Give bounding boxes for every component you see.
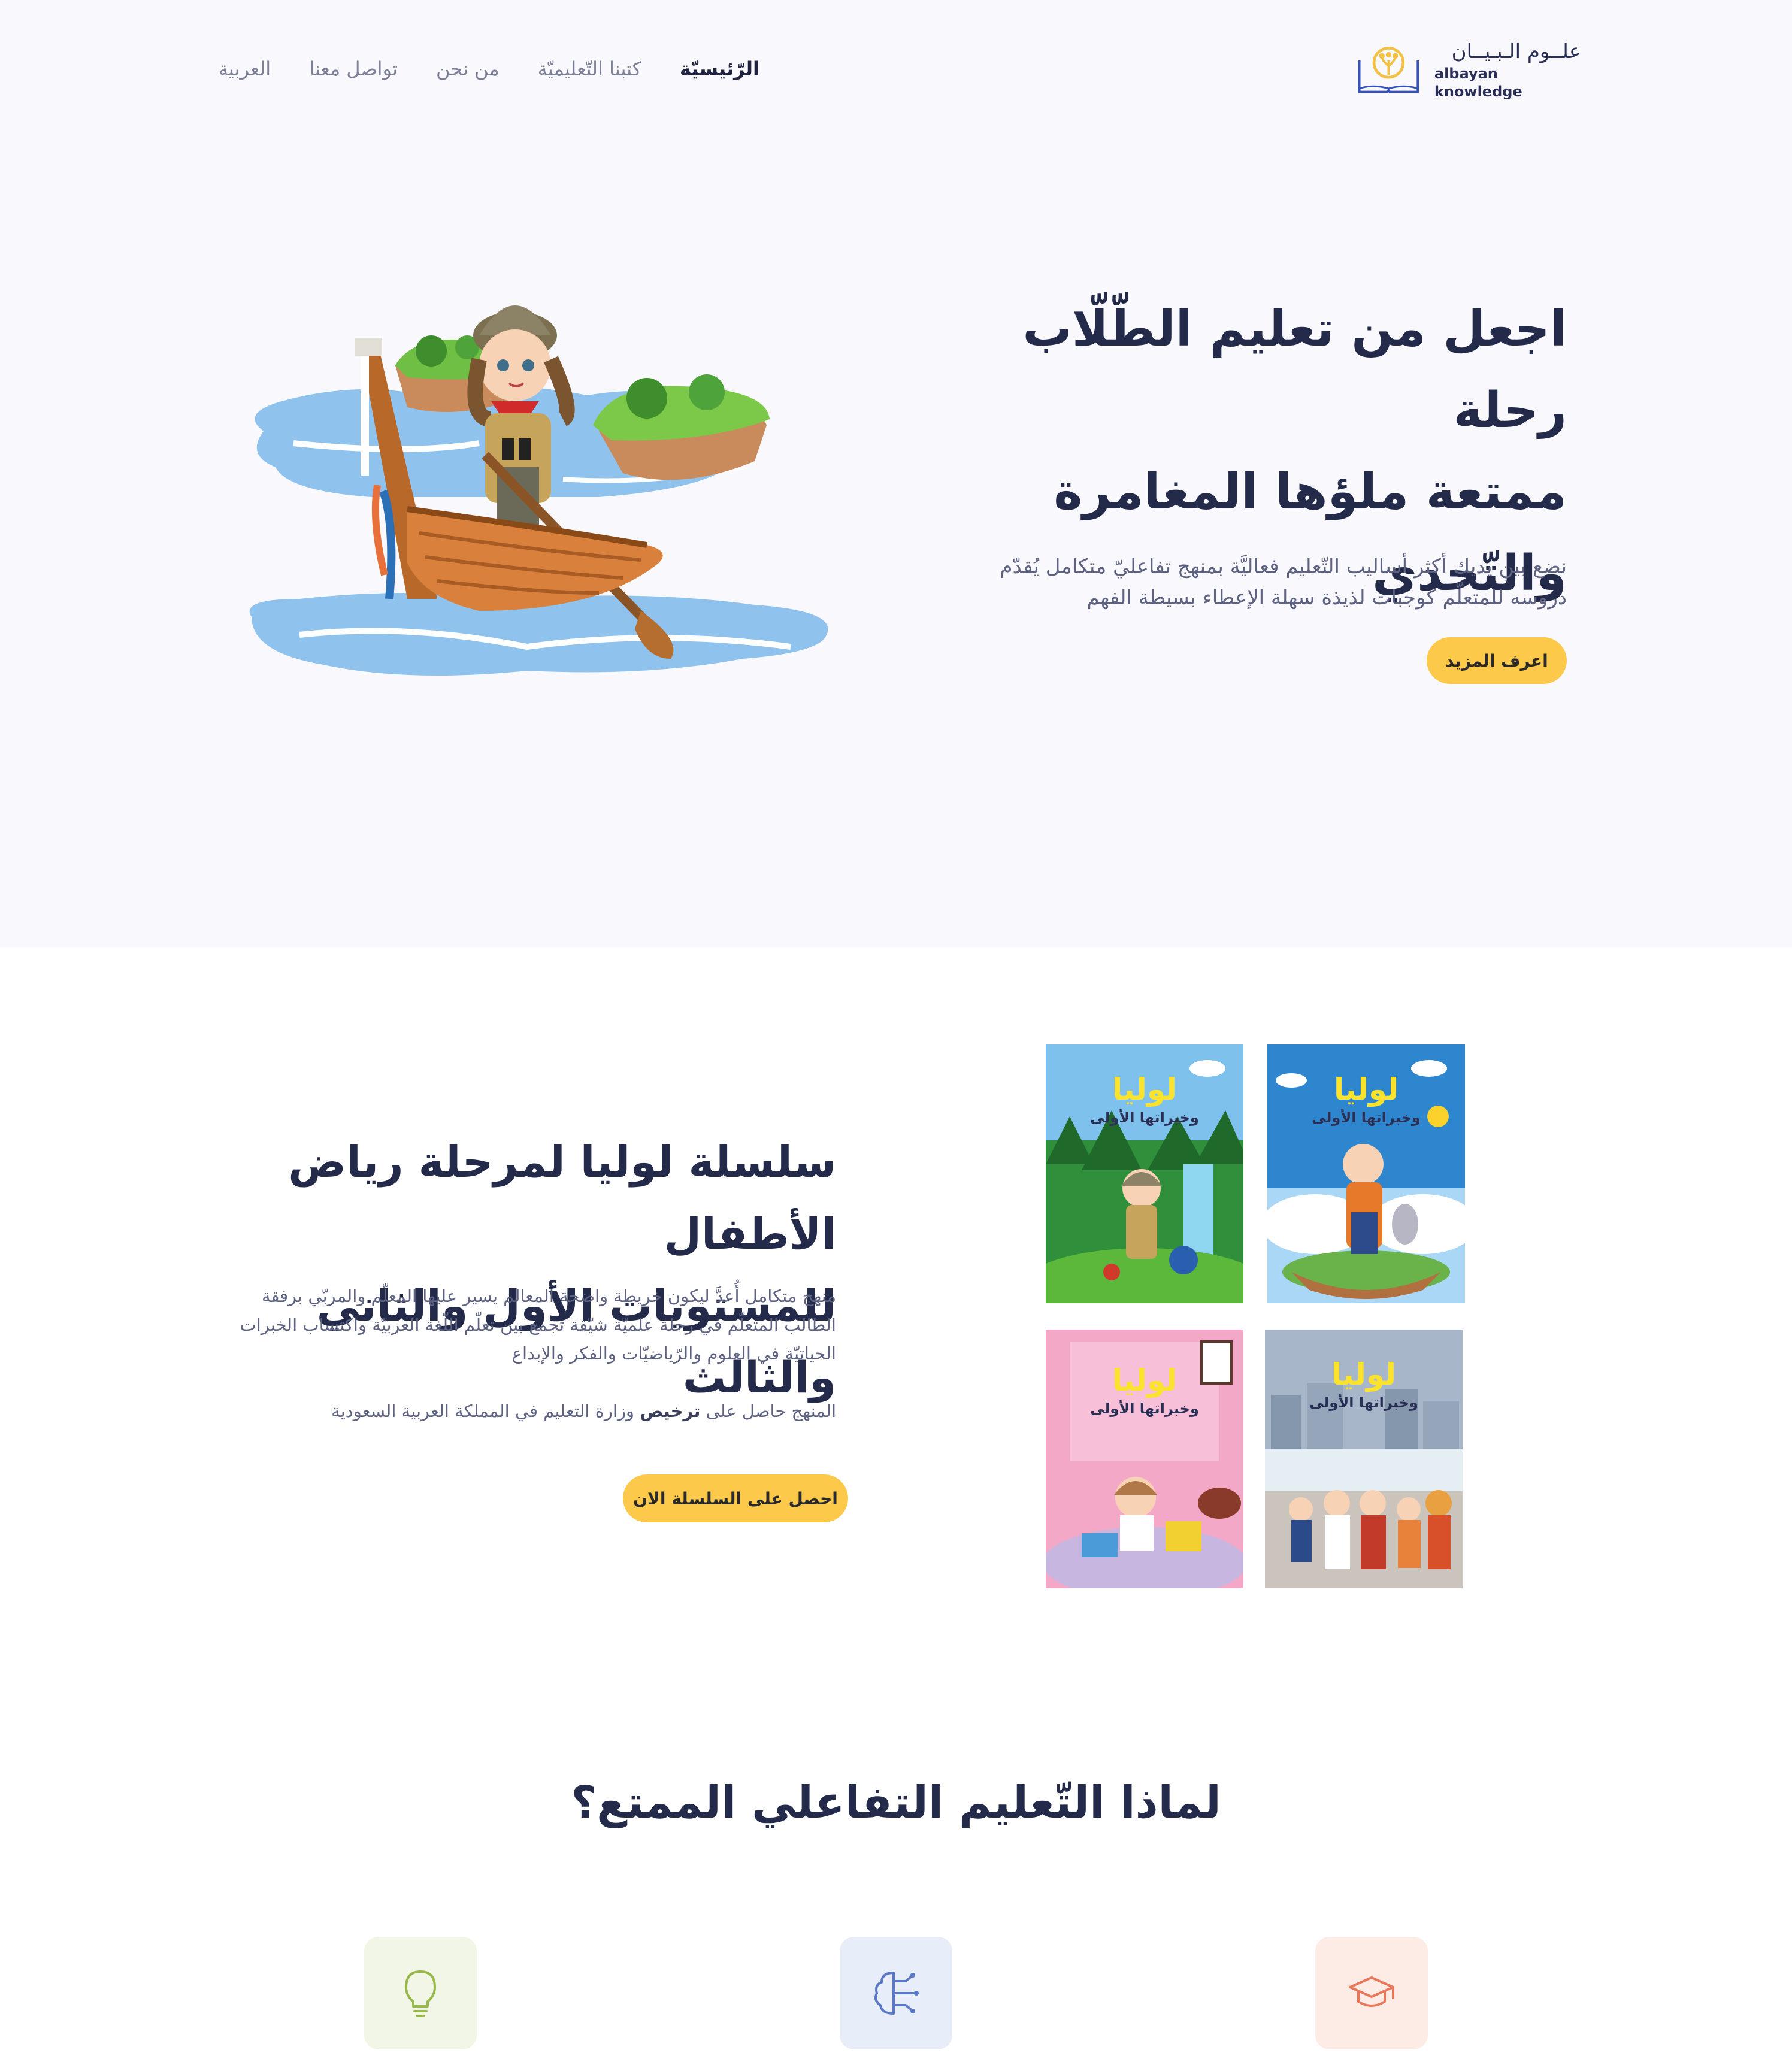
- lightbulb-icon: [405, 1970, 436, 2017]
- series-title: سلسلة لوليا لمرحلة رياض الأطفال للمستويا…: [288, 1137, 836, 1403]
- logo-book-icon: [1358, 46, 1419, 93]
- why-section-title: لماذا التّعليم التفاعلي الممتع؟: [571, 1777, 1221, 1828]
- logo-arabic-text: علــوم الـبـيــان: [1451, 40, 1581, 63]
- cover-subtitle: وخبراتها الأولى: [1090, 1109, 1199, 1126]
- nav-about[interactable]: من نحن: [436, 57, 500, 80]
- nav-home[interactable]: الرّئيسيّة: [680, 57, 759, 80]
- brain-circuit-icon: [874, 1972, 919, 2015]
- cover-title: لوليا: [1112, 1363, 1177, 1398]
- logo-english-text: albayan knowledge: [1434, 65, 1522, 100]
- get-series-button[interactable]: احصل على السلسلة الان: [623, 1474, 848, 1522]
- book-cover-level-3[interactable]: لوليا وخبراتها الأولى: [1265, 1330, 1463, 1588]
- hero-illustration-boat: [249, 305, 828, 676]
- feature-brain: [840, 1937, 952, 2049]
- cover-subtitle: وخبراتها الأولى: [1312, 1109, 1421, 1126]
- cover-title: لوليا: [1112, 1072, 1177, 1107]
- license-note: المنهج حاصل على ترخيص وزارة التعليم في ا…: [331, 1401, 836, 1421]
- main-nav: الرّئيسيّة كتبنا التّعليميّة من نحن تواص…: [219, 57, 759, 80]
- feature-ideas: [364, 1937, 477, 2049]
- nav-language[interactable]: العربية: [219, 57, 271, 80]
- nav-books[interactable]: كتبنا التّعليميّة: [538, 57, 641, 80]
- cover-subtitle: وخبراتها الأولى: [1309, 1394, 1418, 1411]
- book-cover-level-2[interactable]: لوليا وخبراتها الأولى: [1046, 1044, 1243, 1303]
- site-logo[interactable]: علــوم الـبـيــان albayan knowledge: [1356, 40, 1581, 100]
- learn-more-button[interactable]: اعرف المزيد: [1427, 637, 1567, 684]
- cover-title: لوليا: [1331, 1357, 1396, 1392]
- graduation-cap-icon: [1349, 1976, 1394, 2007]
- book-cover-level-1[interactable]: لوليا وخبراتها الأولى: [1267, 1044, 1465, 1303]
- cover-title: لوليا: [1334, 1072, 1399, 1107]
- hero-description: نضع بين يديك أكثر أساليب التّعليم فعاليَ…: [1000, 555, 1567, 610]
- nav-contact[interactable]: تواصل معنا: [309, 57, 398, 80]
- cover-subtitle: وخبراتها الأولى: [1090, 1400, 1199, 1417]
- feature-education: [1315, 1937, 1428, 2049]
- series-description: منهج متكامل أُعدَّ ليكون خريطة واضحة الم…: [240, 1286, 836, 1364]
- book-cover-level-4[interactable]: لوليا وخبراتها الأولى: [1046, 1330, 1243, 1588]
